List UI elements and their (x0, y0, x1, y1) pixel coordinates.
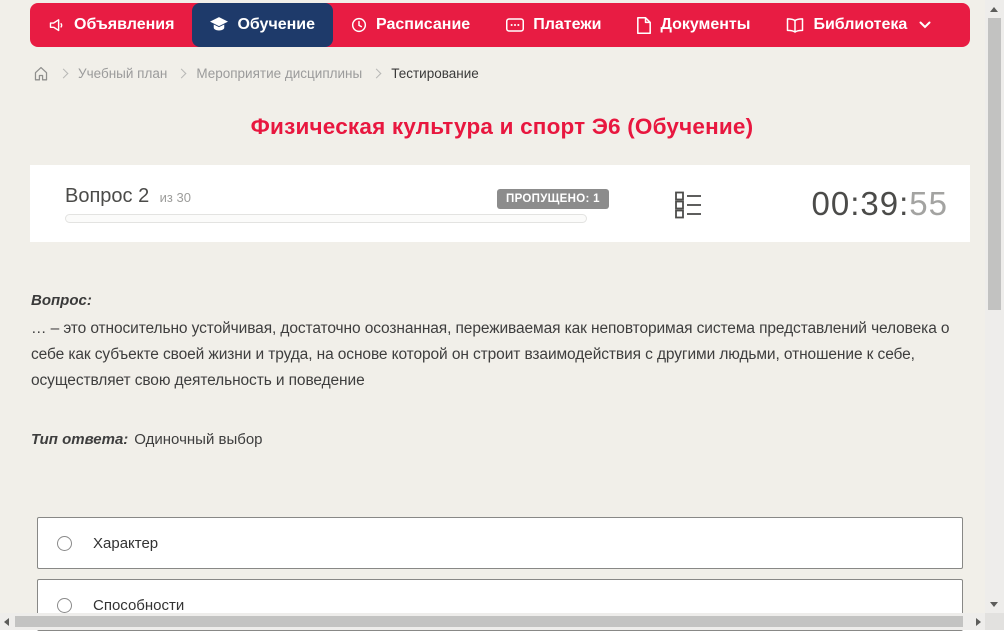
chevron-right-icon (58, 68, 69, 78)
breadcrumb-item-curriculum[interactable]: Учебный план (78, 66, 167, 81)
chevron-right-icon (371, 68, 382, 78)
nav-item-announcements[interactable]: Объявления (30, 3, 192, 47)
clock-icon (351, 17, 367, 33)
megaphone-icon (48, 17, 65, 34)
answer-type-row: Тип ответа: Одиночный выбор (31, 431, 263, 448)
question-header-card: Вопрос 2 из 30 ПРОПУЩЕНО: 1 00:39:55 (30, 165, 970, 242)
document-icon (637, 16, 652, 34)
scroll-down-arrow[interactable] (990, 602, 998, 607)
scroll-right-arrow[interactable] (976, 617, 981, 626)
nav-item-learning[interactable]: Обучение (192, 3, 334, 47)
timer-seconds: 55 (909, 185, 948, 222)
graduation-cap-icon (210, 17, 229, 33)
credit-card-icon (506, 18, 525, 32)
breadcrumb: Учебный план Мероприятие дисциплины Тест… (33, 62, 479, 84)
nav-item-schedule[interactable]: Расписание (333, 3, 488, 47)
timer-hours-minutes: 00:39: (811, 185, 910, 222)
breadcrumb-current-testing: Тестирование (391, 65, 479, 81)
page-title: Физическая культура и спорт Э6 (Обучение… (250, 114, 754, 139)
scrollbar-corner (985, 613, 1004, 630)
scroll-up-arrow[interactable] (990, 7, 998, 12)
chevron-down-icon (919, 21, 931, 29)
question-counter: Вопрос 2 из 30 (65, 185, 191, 208)
question-text: … – это относительно устойчивая, достато… (31, 320, 950, 389)
answer-option-label: Способности (93, 596, 185, 614)
skipped-badge: ПРОПУЩЕНО: 1 (497, 189, 609, 209)
horizontal-scrollbar-thumb[interactable] (15, 616, 963, 627)
answer-option-label: Характер (93, 534, 159, 552)
answer-option-character[interactable]: Характер (37, 517, 963, 569)
answer-type-label: Тип ответа: (31, 431, 129, 448)
scroll-left-arrow[interactable] (4, 617, 9, 626)
progress-bar (65, 214, 587, 223)
breadcrumb-item-discipline-event[interactable]: Мероприятие дисциплины (196, 66, 362, 81)
home-icon[interactable] (33, 66, 49, 81)
book-icon (786, 17, 804, 33)
question-total: из 30 (159, 190, 191, 205)
radio-button[interactable] (57, 597, 72, 613)
timer: 00:39:55 (812, 185, 948, 223)
chevron-right-icon (176, 68, 187, 78)
nav-item-label: Обучение (237, 16, 316, 33)
nav-item-library[interactable]: Библиотека (768, 3, 949, 47)
vertical-scrollbar-thumb[interactable] (988, 18, 1001, 310)
nav-item-documents[interactable]: Документы (619, 3, 768, 47)
nav-item-label: Платежи (533, 16, 602, 33)
nav-item-label: Объявления (74, 16, 175, 33)
nav-item-label: Библиотека (813, 16, 908, 33)
radio-button[interactable] (57, 535, 72, 551)
horizontal-scrollbar[interactable] (0, 613, 985, 630)
nav-item-payments[interactable]: Платежи (488, 3, 619, 47)
answer-type-value: Одиночный выбор (134, 431, 263, 448)
nav-item-label: Расписание (376, 16, 471, 33)
vertical-scrollbar[interactable] (985, 0, 1004, 614)
question-number: Вопрос 2 (65, 185, 150, 207)
question-label: Вопрос: (31, 292, 92, 309)
question-list-icon[interactable] (675, 191, 702, 219)
nav-item-label: Документы (660, 16, 751, 33)
top-navbar: Объявления Обучение Расписание Платежи Д… (30, 3, 970, 47)
